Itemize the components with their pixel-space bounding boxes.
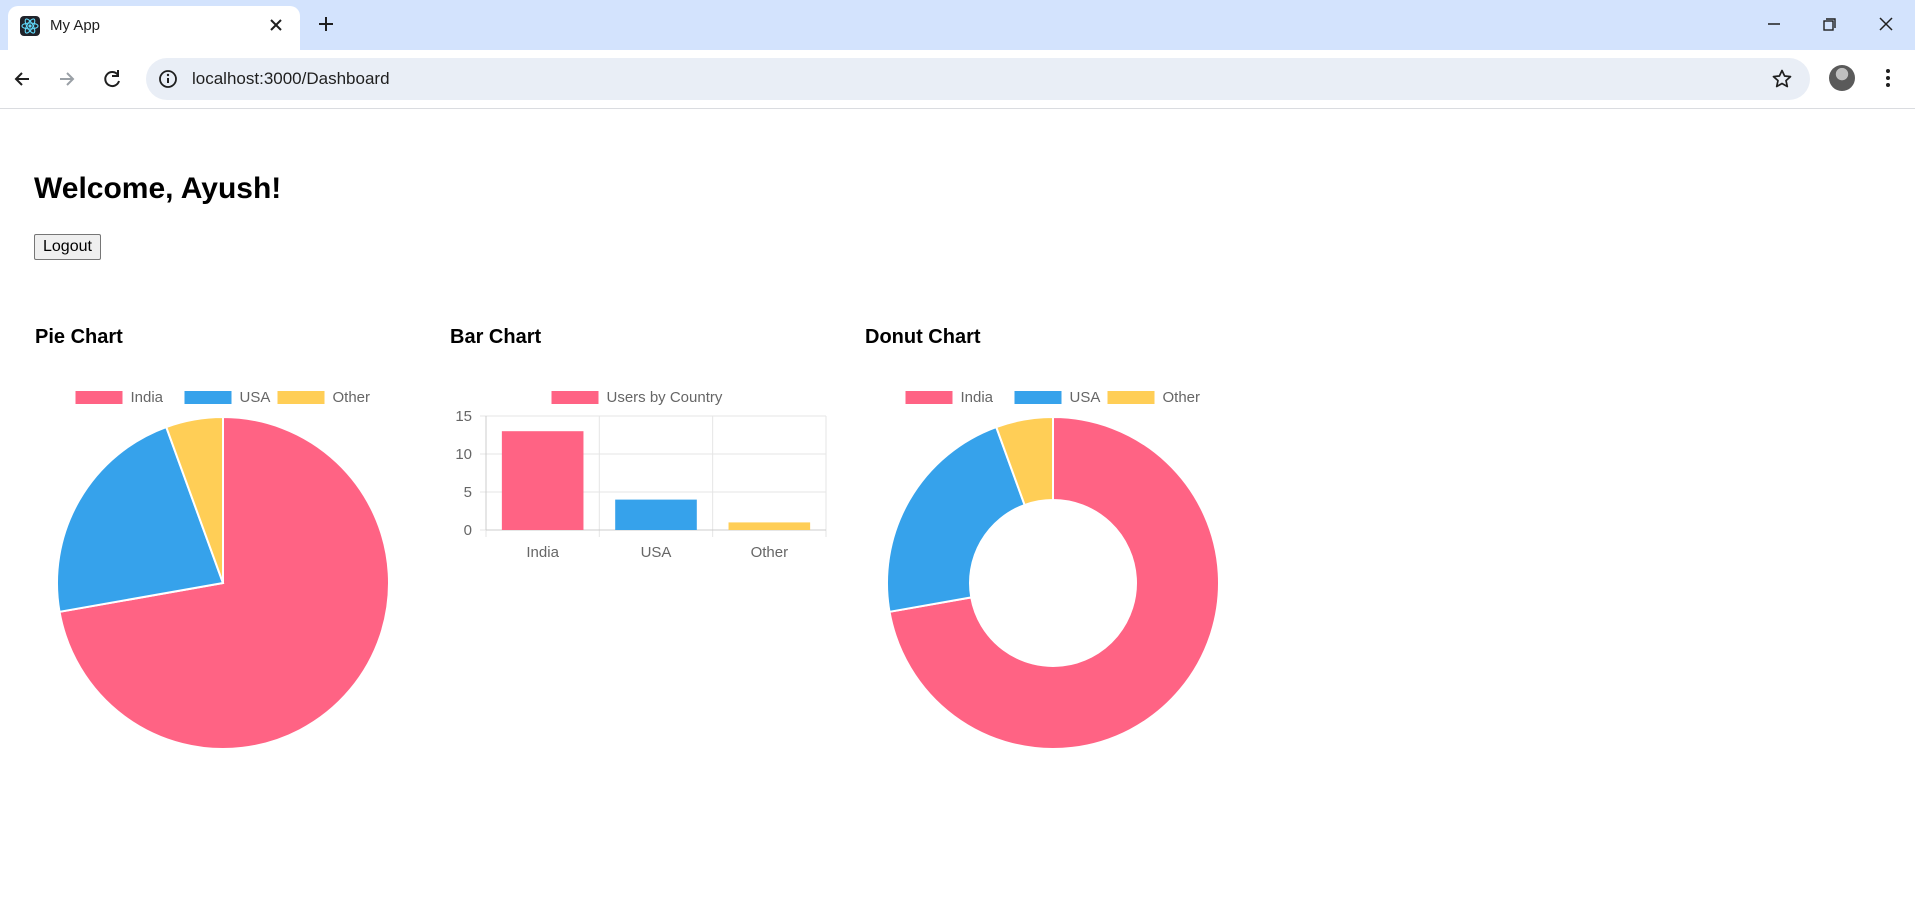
donut-legend-label-other[interactable]: Other (1163, 389, 1201, 406)
bar-bar-other[interactable] (728, 522, 811, 530)
site-info-icon[interactable] (156, 67, 180, 91)
welcome-heading: Welcome, Ayush! (34, 172, 282, 205)
pie-legend-label-other[interactable]: Other (333, 389, 371, 406)
back-arrow-icon[interactable] (8, 65, 36, 93)
donut-legend-label-india[interactable]: India (961, 389, 994, 406)
pie-chart[interactable]: India USA Other (34, 375, 414, 755)
tab-title: My App (50, 17, 101, 34)
browser-toolbar: localhost:3000/Dashboard (0, 50, 1915, 109)
bar-y-tick-label: 0 (464, 522, 472, 539)
browser-tab[interactable]: My App (8, 6, 300, 50)
bar-y-tick-label: 15 (455, 408, 472, 425)
donut-chart[interactable]: India USA Other (864, 375, 1244, 755)
profile-avatar[interactable] (1829, 65, 1855, 91)
logout-button[interactable]: Logout (34, 234, 101, 260)
bar-y-tick-label: 10 (455, 446, 472, 463)
donut-legend-swatch-india[interactable] (905, 391, 953, 404)
bar-x-tick-label: Other (751, 544, 789, 561)
reload-icon[interactable] (98, 65, 126, 93)
bar-y-tick-label: 5 (464, 484, 472, 501)
pie-chart-title: Pie Chart (35, 326, 123, 348)
url-text: localhost:3000/Dashboard (192, 69, 390, 88)
donut-chart-title: Donut Chart (865, 326, 981, 348)
donut-legend-swatch-other[interactable] (1107, 391, 1155, 404)
close-window-icon[interactable] (1872, 12, 1900, 36)
bar-chart[interactable]: Users by Country 0 5 10 15 India USA Other (448, 375, 828, 575)
react-logo-icon (20, 16, 40, 36)
pie-legend-swatch-india[interactable] (75, 391, 123, 404)
bar-chart-title: Bar Chart (450, 326, 542, 348)
bar-x-tick-label: USA (641, 544, 672, 561)
bar-legend-label-users-by-country[interactable]: Users by Country (607, 389, 723, 406)
bar-bar-usa[interactable] (615, 499, 697, 530)
minimize-icon[interactable] (1760, 12, 1788, 36)
pie-legend-swatch-usa[interactable] (184, 391, 232, 404)
donut-legend-label-usa[interactable]: USA (1070, 389, 1101, 406)
bar-bar-india[interactable] (501, 431, 584, 530)
bookmark-star-icon[interactable] (1770, 67, 1794, 91)
pie-legend-label-usa[interactable]: USA (240, 389, 271, 406)
pie-legend-label-india[interactable]: India (131, 389, 164, 406)
tab-strip: My App (0, 0, 1915, 50)
pie-legend-swatch-other[interactable] (277, 391, 325, 404)
donut-slice-usa[interactable] (886, 425, 1026, 613)
forward-arrow-icon[interactable] (53, 65, 81, 93)
close-tab-icon[interactable] (264, 13, 288, 37)
restore-icon[interactable] (1815, 12, 1843, 36)
address-bar[interactable]: localhost:3000/Dashboard (146, 58, 1810, 100)
donut-legend-swatch-usa[interactable] (1014, 391, 1062, 404)
bar-x-tick-label: India (526, 544, 559, 561)
more-menu-icon[interactable] (1876, 63, 1900, 93)
new-tab-icon[interactable] (314, 12, 338, 36)
bar-legend-swatch-users-by-country[interactable] (551, 391, 599, 404)
